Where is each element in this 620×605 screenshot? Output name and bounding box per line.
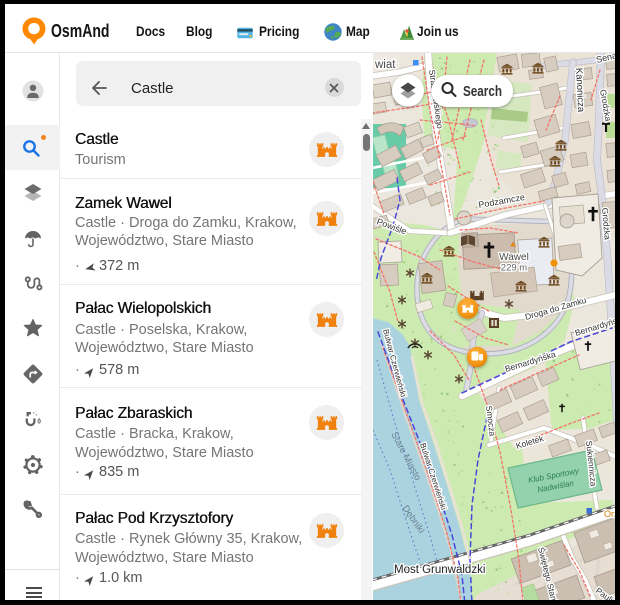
- svg-text:229 m: 229 m: [501, 263, 527, 274]
- svg-text:Kanonicza: Kanonicza: [573, 68, 586, 114]
- svg-text:Most Grunwaldzki: Most Grunwaldzki: [394, 564, 485, 576]
- svg-text:Search: Search: [463, 83, 502, 100]
- svg-text:wiat: wiat: [374, 59, 396, 71]
- svg-text:Orze: Orze: [604, 509, 615, 519]
- svg-text:Wawel: Wawel: [499, 252, 529, 263]
